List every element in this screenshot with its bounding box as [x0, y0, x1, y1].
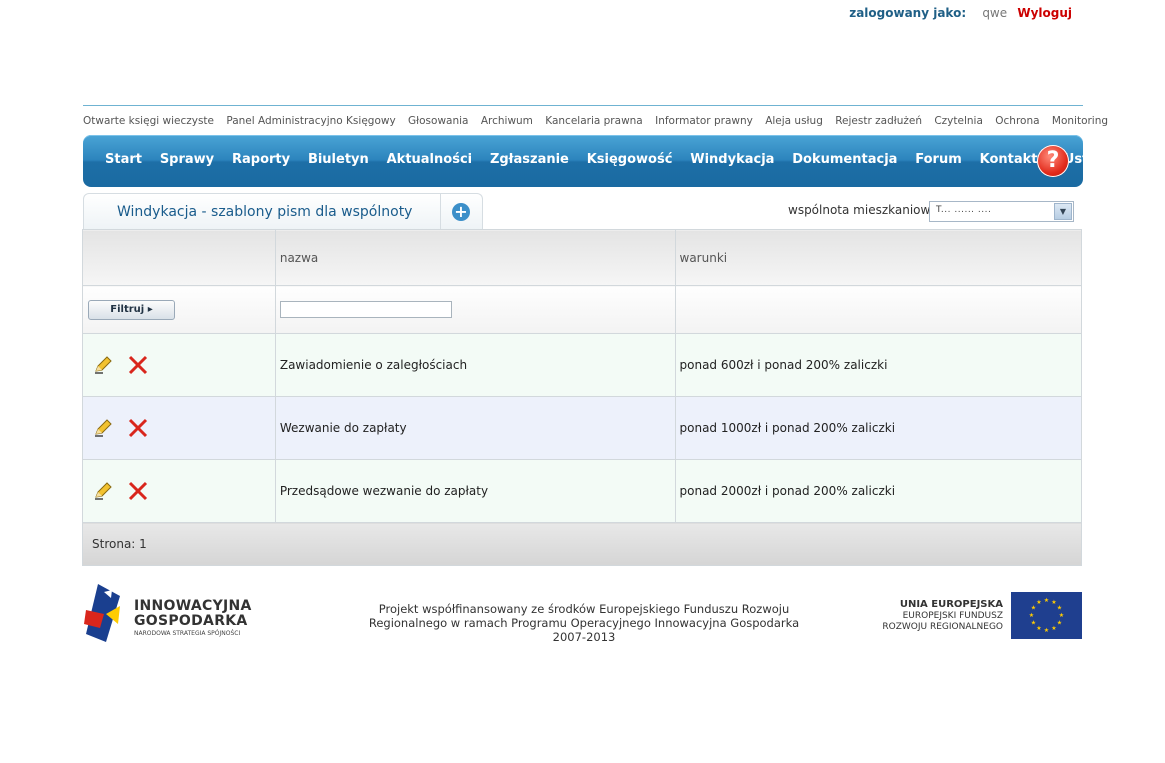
row-conditions: ponad 600zł i ponad 200% zaliczki — [679, 358, 888, 372]
svg-text:★: ★ — [1051, 625, 1056, 632]
community-label: wspólnota mieszkaniowa: — [788, 203, 942, 217]
filter-row: Filtruj ▸ — [82, 285, 1082, 334]
subnav-item-glosowania[interactable]: Głosowania — [408, 115, 468, 127]
community-selected-value: T... ...... .... — [936, 205, 992, 215]
nav-start[interactable]: Start — [105, 152, 142, 167]
svg-text:★: ★ — [1029, 612, 1034, 619]
row-name: Zawiadomienie o zaległościach — [279, 358, 468, 372]
table-row: Przedsądowe wezwanie do zapłaty ponad 20… — [82, 459, 1082, 523]
delete-x-icon[interactable] — [127, 354, 149, 376]
subnav-item-informator[interactable]: Informator prawny — [655, 115, 753, 127]
pagination-row: Strona: 1 — [82, 522, 1082, 566]
delete-x-icon[interactable] — [127, 480, 149, 502]
header-name[interactable]: nazwa — [274, 229, 676, 286]
subnav-item-ochrona[interactable]: Ochrona — [995, 115, 1039, 127]
header-conditions[interactable]: warunki — [674, 229, 1082, 286]
eu-line1: UNIA EUROPEJSKA — [899, 599, 1003, 610]
row-conditions: ponad 2000zł i ponad 200% zaliczki — [679, 484, 896, 498]
header-divider — [83, 105, 1083, 106]
filter-button[interactable]: Filtruj ▸ — [88, 299, 175, 320]
subnav-item-rejestr-zadluzen[interactable]: Rejestr zadłużeń — [835, 115, 922, 127]
logged-in-label: zalogowany jako: — [849, 6, 967, 20]
nav-zglaszanie[interactable]: Zgłaszanie — [490, 152, 569, 167]
nav-ustawienia[interactable]: Ustawienia — [1064, 152, 1145, 167]
eu-line2: EUROPEJSKI FUNDUSZ — [902, 611, 1003, 621]
svg-text:★: ★ — [1059, 612, 1064, 619]
ig-emblem-icon — [84, 584, 120, 642]
secondary-nav: Otwarte księgi wieczyste Panel Administr… — [83, 115, 1117, 127]
nav-ksiegowosc[interactable]: Księgowość — [587, 152, 673, 167]
nav-kontakty[interactable]: Kontakty — [980, 152, 1046, 167]
tab-title: Windykacja - szablony pism dla wspólnoty — [117, 204, 413, 220]
logo-line1: INNOWACYJNA — [134, 598, 252, 614]
nav-raporty[interactable]: Raporty — [232, 152, 290, 167]
svg-text:★: ★ — [1044, 627, 1049, 634]
delete-x-icon[interactable] — [127, 417, 149, 439]
nav-windykacja[interactable]: Windykacja — [690, 152, 774, 167]
nav-biuletyn[interactable]: Biuletyn — [308, 152, 369, 167]
name-filter-input[interactable] — [279, 301, 452, 318]
tab-templates[interactable]: Windykacja - szablony pism dla wspólnoty — [83, 193, 441, 230]
subnav-item-czytelnia[interactable]: Czytelnia — [934, 115, 983, 127]
logo-line2: GOSPODARKA — [134, 613, 248, 629]
subnav-item-kancelaria[interactable]: Kancelaria prawna — [545, 115, 642, 127]
subnav-item-otwarte-ksiegi[interactable]: Otwarte księgi wieczyste — [83, 115, 214, 127]
row-conditions: ponad 1000zł i ponad 200% zaliczki — [679, 421, 896, 435]
subnav-item-archiwum[interactable]: Archiwum — [481, 115, 533, 127]
project-cofinancing-text: Projekt współfinansowany ze środków Euro… — [368, 602, 800, 644]
svg-text:★: ★ — [1057, 620, 1062, 627]
header-actions — [82, 229, 276, 286]
svg-text:★: ★ — [1057, 605, 1062, 612]
svg-text:★: ★ — [1036, 599, 1041, 606]
nav-aktualnosci[interactable]: Aktualności — [387, 152, 473, 167]
nav-dokumentacja[interactable]: Dokumentacja — [792, 152, 897, 167]
svg-text:★: ★ — [1036, 625, 1041, 632]
subnav-item-monitoring[interactable]: Monitoring — [1052, 115, 1108, 127]
table-header-row: nazwa warunki — [82, 229, 1082, 286]
pencil-edit-icon[interactable] — [93, 418, 113, 438]
plus-circle-icon: + — [452, 203, 470, 221]
templates-table: nazwa warunki Filtruj ▸ Zawiadomienie o … — [82, 229, 1082, 566]
chevron-down-icon: ▼ — [1054, 203, 1072, 220]
svg-text:★: ★ — [1031, 620, 1036, 627]
main-nav: Start Sprawy Raporty Biuletyn Aktualnośc… — [83, 135, 1145, 187]
community-select[interactable]: T... ...... .... ▼ — [929, 201, 1074, 222]
row-name: Przedsądowe wezwanie do zapłaty — [279, 484, 489, 498]
innowacyjna-gospodarka-logo: INNOWACYJNA GOSPODARKA NARODOWA STRATEGI… — [84, 584, 251, 647]
pencil-edit-icon[interactable] — [93, 481, 113, 501]
table-row: Zawiadomienie o zaległościach ponad 600z… — [82, 333, 1082, 397]
help-icon[interactable]: ? — [1037, 145, 1069, 177]
add-template-button[interactable]: + — [440, 193, 483, 230]
eu-line3: ROZWOJU REGIONALNEGO — [882, 622, 1003, 632]
username: qwe — [982, 6, 1008, 20]
subnav-item-panel-administracyjny[interactable]: Panel Administracyjno Księgowy — [226, 115, 395, 127]
svg-text:★: ★ — [1044, 597, 1049, 604]
row-name: Wezwanie do zapłaty — [279, 421, 407, 435]
eu-label: UNIA EUROPEJSKA EUROPEJSKI FUNDUSZ ROZWO… — [882, 599, 1003, 633]
pencil-edit-icon[interactable] — [93, 355, 113, 375]
nav-sprawy[interactable]: Sprawy — [160, 152, 214, 167]
logout-link[interactable]: Wyloguj — [1017, 6, 1072, 20]
eu-flag-icon: ★ ★★ ★★★ ★★★ ★★★ — [1011, 592, 1082, 639]
nav-forum[interactable]: Forum — [915, 152, 962, 167]
login-area: zalogowany jako: qwe Wyloguj — [849, 6, 1072, 20]
subnav-item-aleja-uslug[interactable]: Aleja usług — [765, 115, 823, 127]
logo-line3: NARODOWA STRATEGIA SPÓJNOŚCI — [134, 630, 241, 637]
table-row: Wezwanie do zapłaty ponad 1000zł i ponad… — [82, 396, 1082, 460]
conditions-filter-cell — [674, 285, 1082, 334]
page-indicator: Strona: 1 — [92, 537, 147, 551]
